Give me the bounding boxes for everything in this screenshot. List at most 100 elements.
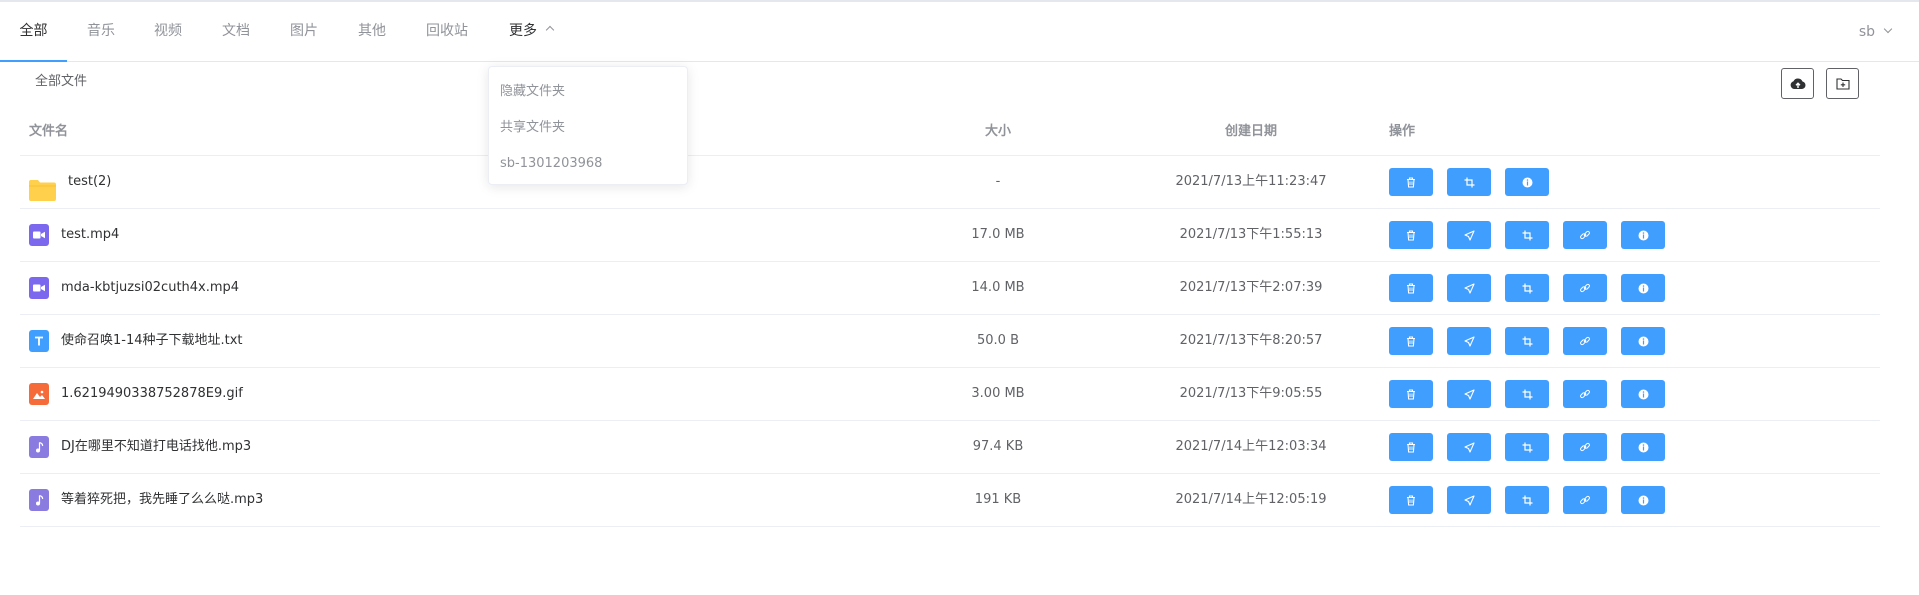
file-name-cell[interactable]: mda-kbtjuzsi02cuth4x.mp4 [29, 262, 239, 314]
header-name: 文件名 [29, 124, 69, 139]
info-icon [1638, 283, 1649, 294]
info-button[interactable] [1621, 380, 1665, 408]
share-button[interactable] [1447, 221, 1491, 249]
crop-icon [1464, 177, 1475, 188]
info-icon [1638, 495, 1649, 506]
file-name-cell[interactable]: 1.6219490338752878E9.gif [29, 368, 243, 420]
tab-other[interactable]: 其他 [358, 2, 386, 61]
tab-video[interactable]: 视频 [154, 2, 182, 61]
delete-button[interactable] [1389, 433, 1433, 461]
delete-button[interactable] [1389, 380, 1433, 408]
move-button[interactable] [1505, 433, 1549, 461]
delete-button[interactable] [1389, 168, 1433, 196]
tab-music[interactable]: 音乐 [87, 2, 115, 61]
file-name[interactable]: DJ在哪里不知道打电话找他.mp3 [61, 421, 251, 473]
share-button[interactable] [1447, 380, 1491, 408]
crop-icon [1522, 442, 1533, 453]
link-button[interactable] [1563, 433, 1607, 461]
row-actions [1389, 156, 1549, 208]
table-row[interactable]: test.mp4 17.0 MB 2021/7/13下午1:55:13 [20, 209, 1880, 262]
table-body: test(2) - 2021/7/13上午11:23:47 test.mp4 17.0 … [20, 156, 1880, 527]
link-button[interactable] [1563, 380, 1607, 408]
video-file-icon [29, 277, 49, 299]
link-button[interactable] [1563, 327, 1607, 355]
table-row[interactable]: DJ在哪里不知道打电话找他.mp3 97.4 KB 2021/7/14上午12:03… [20, 421, 1880, 474]
tab-images[interactable]: 图片 [290, 2, 318, 61]
info-button[interactable] [1621, 486, 1665, 514]
move-button[interactable] [1505, 221, 1549, 249]
tab-documents[interactable]: 文档 [222, 2, 250, 61]
table-row[interactable]: mda-kbtjuzsi02cuth4x.mp4 14.0 MB 2021/7/13… [20, 262, 1880, 315]
row-actions [1389, 368, 1665, 420]
link-button[interactable] [1563, 274, 1607, 302]
file-name[interactable]: test.mp4 [61, 209, 119, 261]
upload-button[interactable] [1781, 68, 1814, 99]
crop-icon [1522, 283, 1533, 294]
move-button[interactable] [1505, 486, 1549, 514]
tab-all[interactable]: 全部 [0, 2, 67, 62]
delete-button[interactable] [1389, 327, 1433, 355]
info-button[interactable] [1621, 274, 1665, 302]
file-name[interactable]: test(2) [68, 156, 111, 208]
share-button[interactable] [1447, 274, 1491, 302]
file-size: 17.0 MB [971, 227, 1025, 242]
move-button[interactable] [1505, 274, 1549, 302]
file-name-cell[interactable]: test(2) [29, 156, 111, 208]
menu-item-hidden-folder[interactable]: 隐藏文件夹 [489, 74, 687, 110]
file-name[interactable]: 1.6219490338752878E9.gif [61, 368, 243, 420]
info-button[interactable] [1621, 221, 1665, 249]
cloud-upload-icon [1790, 78, 1805, 89]
menu-item-account[interactable]: sb-1301203968 [489, 146, 687, 182]
tab-more-label: 更多 [509, 23, 537, 39]
menu-item-shared-folder[interactable]: 共享文件夹 [489, 110, 687, 146]
move-button[interactable] [1505, 327, 1549, 355]
link-button[interactable] [1563, 486, 1607, 514]
table-row[interactable]: 等着猝死把，我先睡了么么哒.mp3 191 KB 2021/7/14上午12:05:… [20, 474, 1880, 527]
table-row[interactable]: 使命召唤1-14种子下载地址.txt 50.0 B 2021/7/13下午8:20:… [20, 315, 1880, 368]
info-icon [1522, 177, 1533, 188]
file-name[interactable]: 使命召唤1-14种子下载地址.txt [61, 315, 243, 367]
link-icon [1579, 388, 1591, 400]
delete-button[interactable] [1389, 221, 1433, 249]
delete-button[interactable] [1389, 486, 1433, 514]
row-actions [1389, 315, 1665, 367]
folder-add-icon [1835, 78, 1850, 90]
file-name-cell[interactable]: test.mp4 [29, 209, 119, 261]
move-button[interactable] [1447, 168, 1491, 196]
folder-icon [29, 172, 56, 201]
file-name[interactable]: mda-kbtjuzsi02cuth4x.mp4 [61, 262, 239, 314]
link-icon [1579, 335, 1591, 347]
info-icon [1638, 230, 1649, 241]
trash-icon [1406, 282, 1416, 294]
file-name-cell[interactable]: 等着猝死把，我先睡了么么哒.mp3 [29, 474, 263, 526]
share-button[interactable] [1447, 486, 1491, 514]
link-button[interactable] [1563, 221, 1607, 249]
file-date: 2021/7/13下午9:05:55 [1179, 386, 1323, 401]
link-icon [1579, 494, 1591, 506]
send-icon [1463, 229, 1475, 241]
share-button[interactable] [1447, 327, 1491, 355]
info-button[interactable] [1505, 168, 1549, 196]
user-menu[interactable]: sb [1858, 2, 1893, 62]
file-name[interactable]: 等着猝死把，我先睡了么么哒.mp3 [61, 474, 263, 526]
info-icon [1638, 336, 1649, 347]
send-icon [1463, 335, 1475, 347]
username: sb [1858, 24, 1875, 40]
file-name-cell[interactable]: 使命召唤1-14种子下载地址.txt [29, 315, 243, 367]
trash-icon [1406, 388, 1416, 400]
move-button[interactable] [1505, 380, 1549, 408]
table-row[interactable]: 1.6219490338752878E9.gif 3.00 MB 2021/7/13… [20, 368, 1880, 421]
new-folder-button[interactable] [1826, 68, 1859, 99]
info-button[interactable] [1621, 327, 1665, 355]
tab-more[interactable]: 更多 [509, 2, 555, 61]
share-button[interactable] [1447, 433, 1491, 461]
file-name-cell[interactable]: DJ在哪里不知道打电话找他.mp3 [29, 421, 251, 473]
info-button[interactable] [1621, 433, 1665, 461]
tab-recycle-bin[interactable]: 回收站 [426, 2, 468, 61]
row-actions [1389, 474, 1665, 526]
delete-button[interactable] [1389, 274, 1433, 302]
file-date: 2021/7/14上午12:05:19 [1175, 492, 1327, 507]
audio-file-icon [29, 489, 49, 511]
trash-icon [1406, 176, 1416, 188]
table-row[interactable]: test(2) - 2021/7/13上午11:23:47 [20, 156, 1880, 209]
